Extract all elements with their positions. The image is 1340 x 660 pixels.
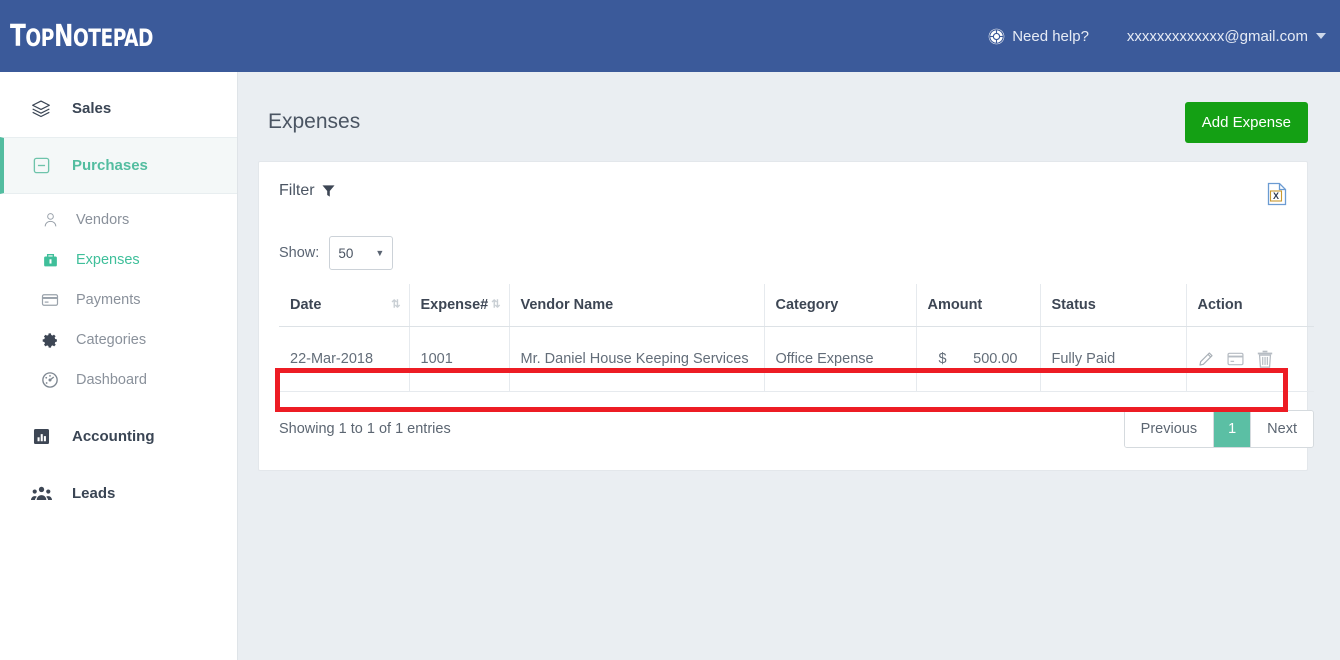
- column-header-status[interactable]: Status: [1040, 284, 1187, 327]
- expenses-table: Date ⇅ Expense# ⇅ Vendor Name Category A…: [279, 284, 1314, 392]
- sort-updown-icon: ⇅: [491, 298, 500, 311]
- user-email-label: xxxxxxxxxxxxx@gmail.com: [1126, 27, 1308, 45]
- currency-symbol: $: [938, 351, 947, 367]
- sort-updown-icon: ⇅: [391, 298, 400, 311]
- column-label: Vendor Name: [520, 297, 614, 313]
- sidebar-item-accounting[interactable]: Accounting: [0, 408, 237, 465]
- tachometer-icon: [38, 371, 62, 389]
- show-entries-select[interactable]: 50 ▼: [329, 236, 394, 270]
- expenses-card: Filter X Show: 50 ▼ Date ⇅ Expense# ⇅ Ve…: [258, 161, 1314, 471]
- column-label: Date: [290, 297, 322, 313]
- need-help-link[interactable]: Need help?: [988, 28, 1089, 45]
- sidebar-item-label: Expenses: [76, 252, 140, 268]
- minus-square-icon: [28, 156, 54, 175]
- column-label: Category: [775, 297, 839, 313]
- sidebar-item-leads[interactable]: Leads: [0, 465, 237, 522]
- column-label: Amount: [927, 297, 983, 313]
- page-title: Expenses: [268, 110, 361, 133]
- sidebar: Sales Purchases Vendors Expenses Payment…: [0, 72, 238, 660]
- svg-text:X: X: [1273, 191, 1279, 201]
- sidebar-item-categories[interactable]: Categories: [0, 320, 237, 360]
- caret-down-icon: [1316, 33, 1326, 39]
- table-footer: Showing 1 to 1 of 1 entries Previous 1 N…: [279, 410, 1314, 448]
- pagination-previous[interactable]: Previous: [1124, 411, 1214, 447]
- sidebar-item-purchases[interactable]: Purchases: [0, 137, 237, 194]
- user-account-menu[interactable]: xxxxxxxxxxxxx@gmail.com: [1127, 28, 1326, 45]
- cell-vendor-name: Mr. Daniel House Keeping Services: [509, 326, 765, 392]
- table-header-row: Date ⇅ Expense# ⇅ Vendor Name Category A…: [279, 284, 1314, 327]
- sidebar-item-sales[interactable]: Sales: [0, 80, 237, 137]
- excel-file-icon[interactable]: X: [1267, 182, 1287, 206]
- gear-icon: [38, 332, 62, 349]
- payment-card-icon[interactable]: [1226, 351, 1244, 367]
- lifering-icon: [988, 28, 1005, 45]
- pagination: Previous 1 Next: [1123, 410, 1314, 448]
- sidebar-item-label: Sales: [72, 100, 112, 117]
- filter-label: Filter: [279, 182, 315, 199]
- sidebar-item-label: Leads: [72, 485, 116, 502]
- pagination-page-1[interactable]: 1: [1213, 411, 1252, 447]
- brand-n: N: [53, 18, 73, 54]
- table-row[interactable]: 22-Mar-2018 1001 Mr. Daniel House Keepin…: [279, 326, 1314, 392]
- header-actions: Need help? xxxxxxxxxxxxx@gmail.com: [988, 28, 1326, 45]
- entries-info: Showing 1 to 1 of 1 entries: [279, 421, 451, 437]
- caret-down-icon: ▼: [375, 248, 385, 258]
- column-header-amount[interactable]: Amount: [916, 284, 1041, 327]
- brand-otepad: OTEPAD: [72, 23, 154, 52]
- sidebar-item-label: Vendors: [76, 212, 130, 228]
- amount-value: 500.00: [973, 351, 1018, 367]
- cell-action: [1186, 326, 1314, 392]
- show-label: Show:: [279, 245, 320, 261]
- user-tie-icon: [38, 211, 62, 229]
- brand-t: T: [10, 18, 26, 54]
- users-icon: [28, 484, 54, 503]
- main-content: Expenses Add Expense Filter X Show: 50 ▼…: [238, 72, 1340, 660]
- column-header-vendor-name[interactable]: Vendor Name: [509, 284, 765, 327]
- cell-category: Office Expense: [764, 326, 917, 392]
- card-toolbar: Filter X: [279, 182, 1287, 206]
- column-header-action: Action: [1186, 284, 1314, 327]
- cell-status: Fully Paid: [1040, 326, 1187, 392]
- column-label: Status: [1051, 297, 1096, 313]
- brand-op: OP: [25, 23, 54, 52]
- bar-chart-icon: [28, 427, 54, 446]
- sidebar-item-expenses[interactable]: Expenses: [0, 240, 237, 280]
- sidebar-item-label: Dashboard: [76, 372, 147, 388]
- brand-logo[interactable]: TOPNOTEPAD: [10, 19, 153, 54]
- pagination-next[interactable]: Next: [1251, 411, 1313, 447]
- sidebar-item-payments[interactable]: Payments: [0, 280, 237, 320]
- edit-pencil-icon[interactable]: [1198, 351, 1214, 367]
- app-root: TOPNOTEPAD Need help? xxxxxxxxxxxxx@gmai…: [0, 0, 1340, 660]
- cell-amount: $ 500.00: [916, 326, 1041, 392]
- page-header: Expenses Add Expense: [238, 72, 1340, 148]
- column-header-date[interactable]: Date ⇅: [279, 284, 410, 327]
- delete-trash-icon[interactable]: [1257, 350, 1273, 368]
- column-header-expense-no[interactable]: Expense# ⇅: [409, 284, 510, 327]
- sidebar-item-vendors[interactable]: Vendors: [0, 200, 237, 240]
- filter-toggle[interactable]: Filter: [279, 182, 335, 200]
- sidebar-item-label: Payments: [76, 292, 141, 308]
- add-expense-button[interactable]: Add Expense: [1184, 101, 1308, 143]
- cell-expense-no: 1001: [409, 326, 510, 392]
- top-header: TOPNOTEPAD Need help? xxxxxxxxxxxxx@gmai…: [0, 0, 1340, 72]
- credit-card-icon: [38, 291, 62, 309]
- sidebar-item-dashboard[interactable]: Dashboard: [0, 360, 237, 400]
- column-header-category[interactable]: Category: [764, 284, 917, 327]
- sidebar-item-label: Purchases: [72, 157, 148, 174]
- briefcase-icon: [38, 251, 62, 269]
- column-label: Action: [1197, 297, 1243, 313]
- need-help-label: Need help?: [1012, 27, 1089, 45]
- cell-date: 22-Mar-2018: [279, 326, 410, 392]
- sidebar-item-label: Accounting: [72, 428, 155, 445]
- column-label: Expense#: [420, 297, 489, 313]
- layers-icon: [28, 99, 54, 119]
- sidebar-item-label: Categories: [76, 332, 147, 348]
- purchases-submenu: Vendors Expenses Payments Categories Das…: [0, 194, 237, 408]
- show-entries-control: Show: 50 ▼: [279, 236, 1287, 270]
- funnel-icon: [322, 184, 335, 198]
- show-entries-value: 50: [338, 245, 354, 261]
